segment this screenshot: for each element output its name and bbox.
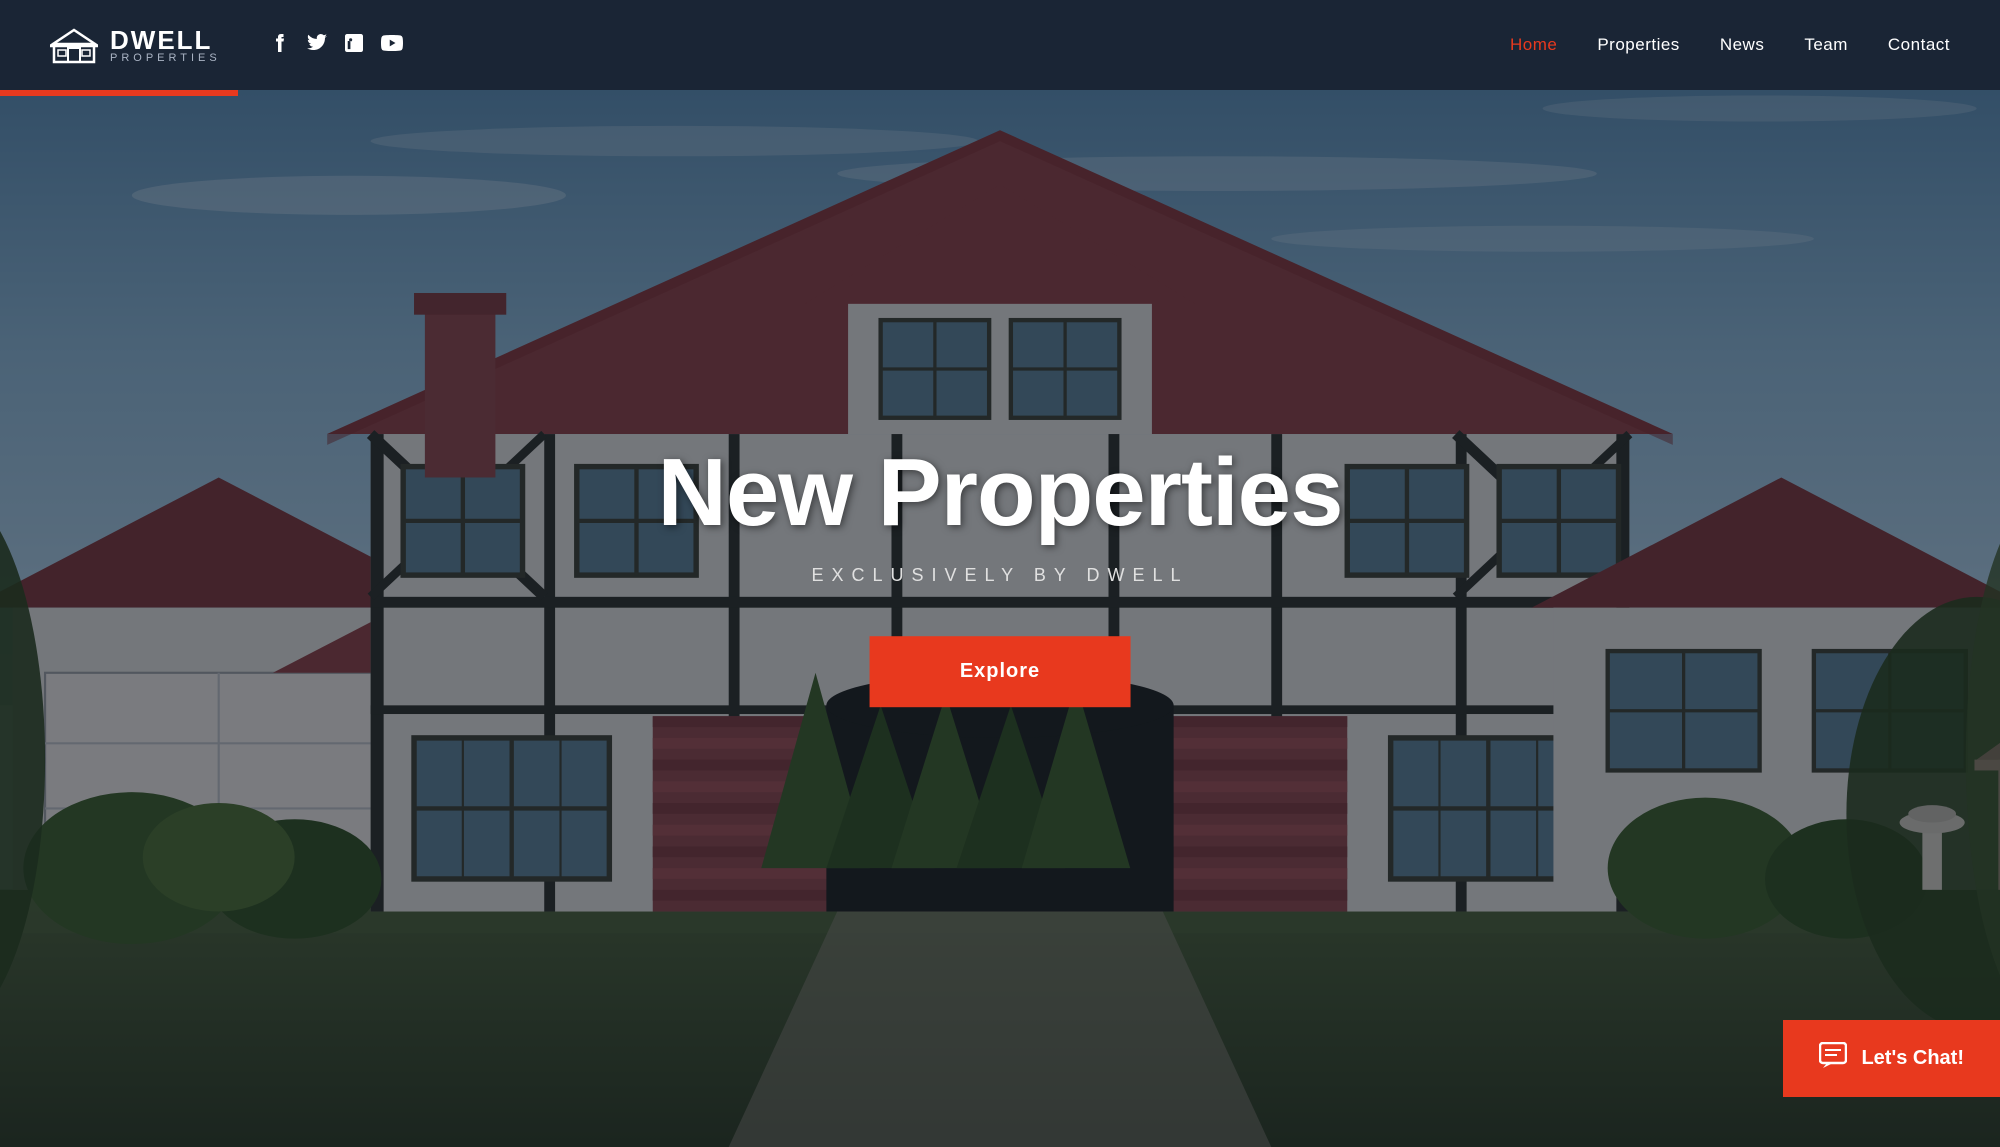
navbar-left: DWELL PROPERTIES [50, 26, 403, 64]
chat-label: Let's Chat! [1861, 1047, 1964, 1070]
facebook-icon[interactable] [271, 34, 289, 57]
hero-subtitle: EXCLUSIVELY BY DWELL [658, 565, 1343, 586]
chat-button[interactable]: Let's Chat! [1783, 1020, 2000, 1097]
hero-section: DWELL PROPERTIES [0, 0, 2000, 1147]
nav-home[interactable]: Home [1510, 35, 1557, 55]
hero-title: New Properties [658, 440, 1343, 546]
youtube-icon[interactable] [381, 35, 403, 56]
nav-properties[interactable]: Properties [1597, 35, 1679, 55]
explore-button[interactable]: Explore [870, 636, 1130, 707]
hero-content: New Properties EXCLUSIVELY BY DWELL Expl… [658, 440, 1343, 708]
nav-news[interactable]: News [1720, 35, 1765, 55]
red-accent-bar [0, 90, 238, 96]
navbar: DWELL PROPERTIES [0, 0, 2000, 90]
nav-team[interactable]: Team [1804, 35, 1848, 55]
linkedin-icon[interactable] [345, 34, 363, 57]
logo-text: DWELL PROPERTIES [110, 27, 221, 64]
logo-tagline: PROPERTIES [110, 53, 221, 64]
social-icons-group [271, 34, 403, 57]
twitter-icon[interactable] [307, 34, 327, 57]
chat-icon [1819, 1042, 1847, 1075]
logo-icon [50, 26, 98, 64]
logo-name: DWELL [110, 27, 221, 53]
logo-area[interactable]: DWELL PROPERTIES [50, 26, 221, 64]
nav-contact[interactable]: Contact [1888, 35, 1950, 55]
navbar-right: Home Properties News Team Contact [1510, 35, 1950, 55]
